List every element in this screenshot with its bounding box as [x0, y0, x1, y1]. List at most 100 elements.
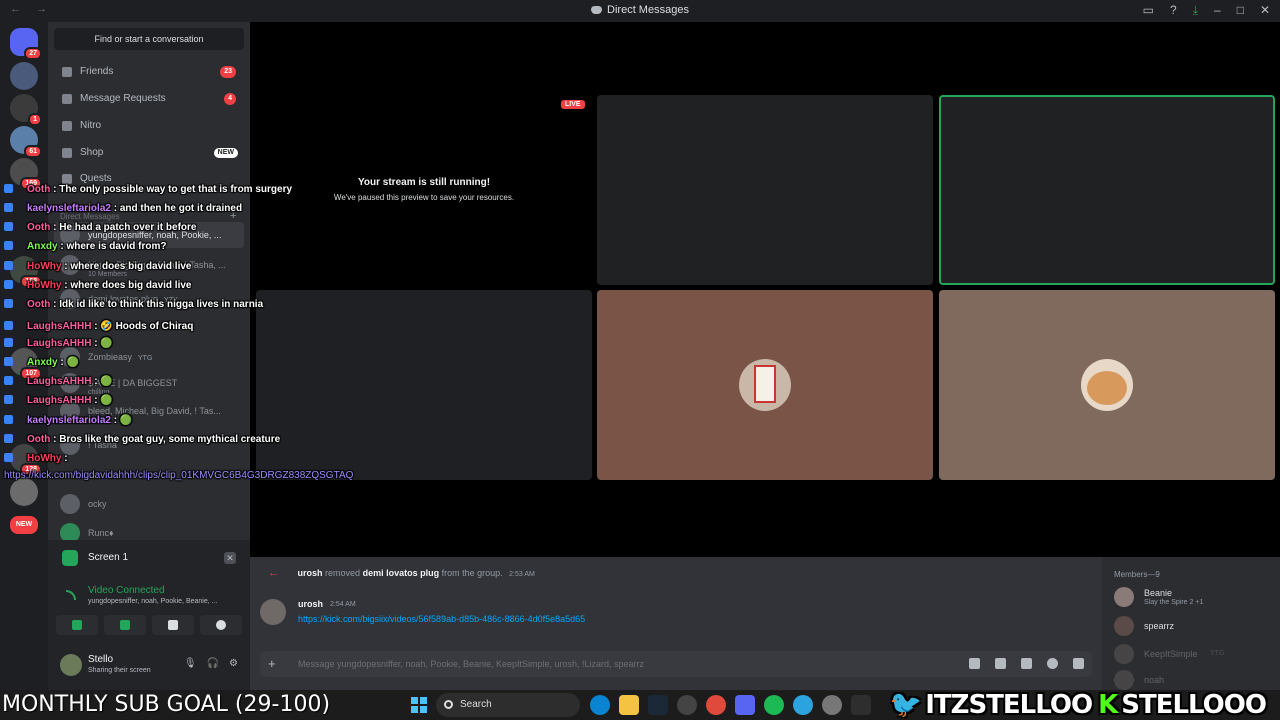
screen-share-row[interactable]: Screen 1 ✕ [56, 546, 242, 570]
spotify-icon[interactable] [764, 695, 784, 715]
overlay-link[interactable]: https://kick.com/bigdavidahhh/clips/clip… [4, 470, 353, 481]
system-actor[interactable]: urosh [298, 568, 323, 578]
close-button[interactable]: ✕ [1260, 3, 1270, 18]
member-item[interactable]: noah [1114, 668, 1274, 692]
video-tile[interactable] [597, 290, 933, 480]
telegram-icon[interactable] [793, 695, 813, 715]
voice-status[interactable]: Video Connected [88, 585, 165, 596]
username: Stello [88, 654, 114, 665]
nav-friends[interactable]: Friends 23 [54, 60, 244, 84]
system-target[interactable]: demi lovatos plug [363, 568, 440, 578]
soundboard-button[interactable] [200, 615, 242, 635]
live-badge: LIVE [561, 100, 585, 109]
windows-start-icon[interactable] [411, 697, 427, 713]
member-item[interactable]: KeepItSimple YTG [1114, 642, 1274, 666]
video-tile[interactable] [256, 290, 592, 480]
minimize-button[interactable]: – [1214, 3, 1221, 18]
avatar [1114, 587, 1134, 607]
server-icon[interactable]: 1 [10, 94, 42, 126]
arrow-left-icon: ← [268, 567, 279, 579]
video-tile[interactable] [939, 290, 1275, 480]
taskbar-search[interactable]: Search [436, 693, 580, 717]
chat-area: ← urosh removed demi lovatos plug from t… [250, 557, 1102, 690]
voice-panel: Screen 1 ✕ Video Connected yungdopesniffe… [48, 540, 250, 690]
sticker-icon[interactable] [1021, 658, 1032, 669]
camera-button[interactable] [56, 615, 98, 635]
badge-icon [4, 453, 13, 462]
activities-icon [168, 620, 178, 630]
envelope-icon [62, 94, 72, 104]
overlay-message: Ooth : Bros like the goat guy, some myth… [4, 434, 280, 445]
camera-icon [72, 620, 82, 630]
overlay-message: kaelynsleftariola2 : and then he got it … [4, 203, 242, 214]
apps-icon[interactable] [1073, 658, 1084, 669]
new-server-badge[interactable]: NEW [10, 516, 38, 534]
member-item[interactable]: spearrz [1114, 614, 1274, 638]
server-icon[interactable] [10, 478, 38, 506]
headphones-icon[interactable]: 🎧 [207, 658, 219, 669]
message-input[interactable] [298, 657, 938, 671]
overlay-message: HoWhy : [4, 453, 68, 464]
stop-share-icon[interactable]: ✕ [224, 552, 236, 564]
avatar[interactable] [260, 599, 286, 625]
discord-icon[interactable] [735, 695, 755, 715]
server-icon[interactable] [10, 62, 38, 90]
overlay-user: LaughsAHHH [27, 395, 92, 406]
help-icon[interactable]: ? [1170, 3, 1177, 18]
overlay-user: HoWhy [27, 261, 62, 272]
terminal-icon[interactable] [851, 695, 871, 715]
overlay-message: Ooth : Idk id like to think this nigga l… [4, 299, 263, 310]
activities-button[interactable] [152, 615, 194, 635]
badge-icon [4, 357, 13, 366]
overlay-text: : 🟢 [94, 376, 113, 387]
overlay-user: LaughsAHHH [27, 376, 92, 387]
server-icon[interactable]: 61 [10, 126, 42, 158]
file-explorer-icon[interactable] [619, 695, 639, 715]
server-icon[interactable]: 169 [10, 158, 42, 190]
dm-item[interactable]: ocky [54, 491, 244, 517]
window-title: Direct Messages [0, 4, 1280, 16]
edge-icon[interactable] [590, 695, 610, 715]
dm-tag: YTG [138, 355, 153, 362]
mic-icon[interactable]: 🎙 [184, 658, 197, 669]
maximize-button[interactable]: □ [1237, 3, 1244, 18]
nav-message-requests[interactable]: Message Requests 4 [54, 87, 244, 111]
gear-icon[interactable]: ⚙ [229, 658, 238, 669]
title-bar: ← → Direct Messages ▭ ? ⤓ – □ ✕ [0, 0, 1280, 22]
signal-icon [66, 590, 76, 600]
overlay-user: Ooth [27, 299, 51, 310]
message-author[interactable]: urosh [298, 599, 323, 609]
message-link[interactable]: https://kick.com/bigsiix/videos/56f589ab… [298, 614, 585, 624]
nav-label: Shop [80, 147, 104, 158]
overlay-user: Anxdy [27, 241, 58, 252]
obs-icon[interactable] [677, 695, 697, 715]
share-screen-button[interactable] [104, 615, 146, 635]
overlay-text: : 🟢 [94, 338, 113, 349]
nav-nitro[interactable]: Nitro [54, 114, 244, 138]
nav-label: Nitro [80, 120, 102, 131]
emoji-icon[interactable] [1047, 658, 1058, 669]
gif-icon[interactable] [995, 658, 1006, 669]
video-tile[interactable] [597, 95, 933, 285]
settings-icon[interactable] [822, 695, 842, 715]
kick-handle: STELLOOO [1121, 690, 1267, 720]
taskbar-apps [590, 695, 871, 715]
avatar[interactable] [60, 654, 82, 676]
attach-icon[interactable]: + [268, 656, 276, 671]
system-time: 2:53 AM [509, 571, 535, 578]
overlay-message: HoWhy : where does big david live [4, 280, 192, 291]
overlay-message: LaughsAHHH : 🟢 [4, 395, 113, 406]
nav-label: Message Requests [80, 93, 166, 104]
video-tile-speaking[interactable] [939, 95, 1275, 285]
member-item[interactable]: Beanie Slay the Spire 2 +1 [1114, 585, 1274, 609]
nav-shop[interactable]: Shop NEW [54, 141, 244, 165]
inbox-icon[interactable]: ▭ [1143, 3, 1154, 18]
download-icon[interactable]: ⤓ [1193, 3, 1198, 18]
chrome-icon[interactable] [706, 695, 726, 715]
overlay-message: LaughsAHHH : 🤣 Hoods of Chiraq [4, 321, 193, 332]
steam-icon[interactable] [648, 695, 668, 715]
home-button[interactable]: 27 [10, 28, 42, 60]
soundboard-icon [216, 620, 226, 630]
gift-icon[interactable] [969, 658, 980, 669]
find-conversation-button[interactable]: Find or start a conversation [54, 28, 244, 50]
